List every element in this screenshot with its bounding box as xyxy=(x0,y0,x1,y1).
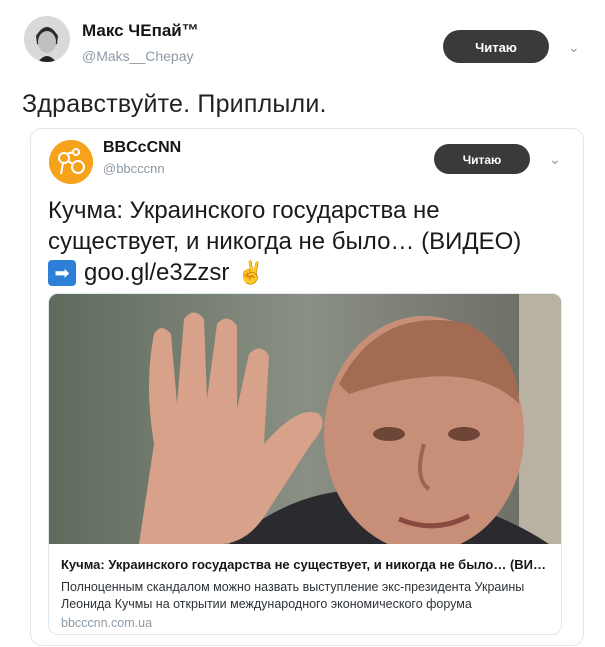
quoted-tweet-body: Кучма: Украинского государства не сущест… xyxy=(48,195,558,288)
quoted-avatar[interactable] xyxy=(49,140,93,184)
link-card-description: Полноценным скандалом можно назвать выст… xyxy=(61,580,525,611)
link-row: ➡ goo.gl/e3Zzsr ✌ xyxy=(48,257,558,288)
link-card-domain[interactable]: bbcccnn.com.ua xyxy=(61,616,152,630)
quoted-author-name[interactable]: BBCcCNN xyxy=(103,139,181,157)
quoted-tweet-card[interactable]: BBCcCNN @bbcccnn Читаю ⌄ Кучма: Украинск… xyxy=(30,128,584,646)
quoted-tweet-text: Кучма: Украинского государства не сущест… xyxy=(48,197,522,255)
quoted-author-handle[interactable]: @bbcccnn xyxy=(103,161,165,176)
link-card-title[interactable]: Кучма: Украинского государства не сущест… xyxy=(61,557,553,572)
link-card[interactable]: Кучма: Украинского государства не сущест… xyxy=(48,293,562,635)
link-card-image[interactable] xyxy=(49,294,561,544)
victory-hand-icon: ✌ xyxy=(237,260,265,285)
outer-author-name[interactable]: Макс ЧЕпай™ xyxy=(82,21,199,41)
arrow-right-icon: ➡ xyxy=(48,259,76,286)
outer-avatar[interactable] xyxy=(24,16,70,62)
outer-follow-button[interactable]: Читаю xyxy=(443,30,549,63)
short-link[interactable]: goo.gl/e3Zzsr xyxy=(84,257,229,288)
outer-author-handle[interactable]: @Maks__Chepay xyxy=(82,48,194,64)
chevron-down-icon[interactable]: ⌄ xyxy=(568,39,580,56)
quoted-follow-button[interactable]: Читаю xyxy=(434,144,530,174)
tweet-text: Здравствуйте. Приплыли. xyxy=(22,90,327,118)
chevron-down-icon[interactable]: ⌄ xyxy=(549,151,561,168)
